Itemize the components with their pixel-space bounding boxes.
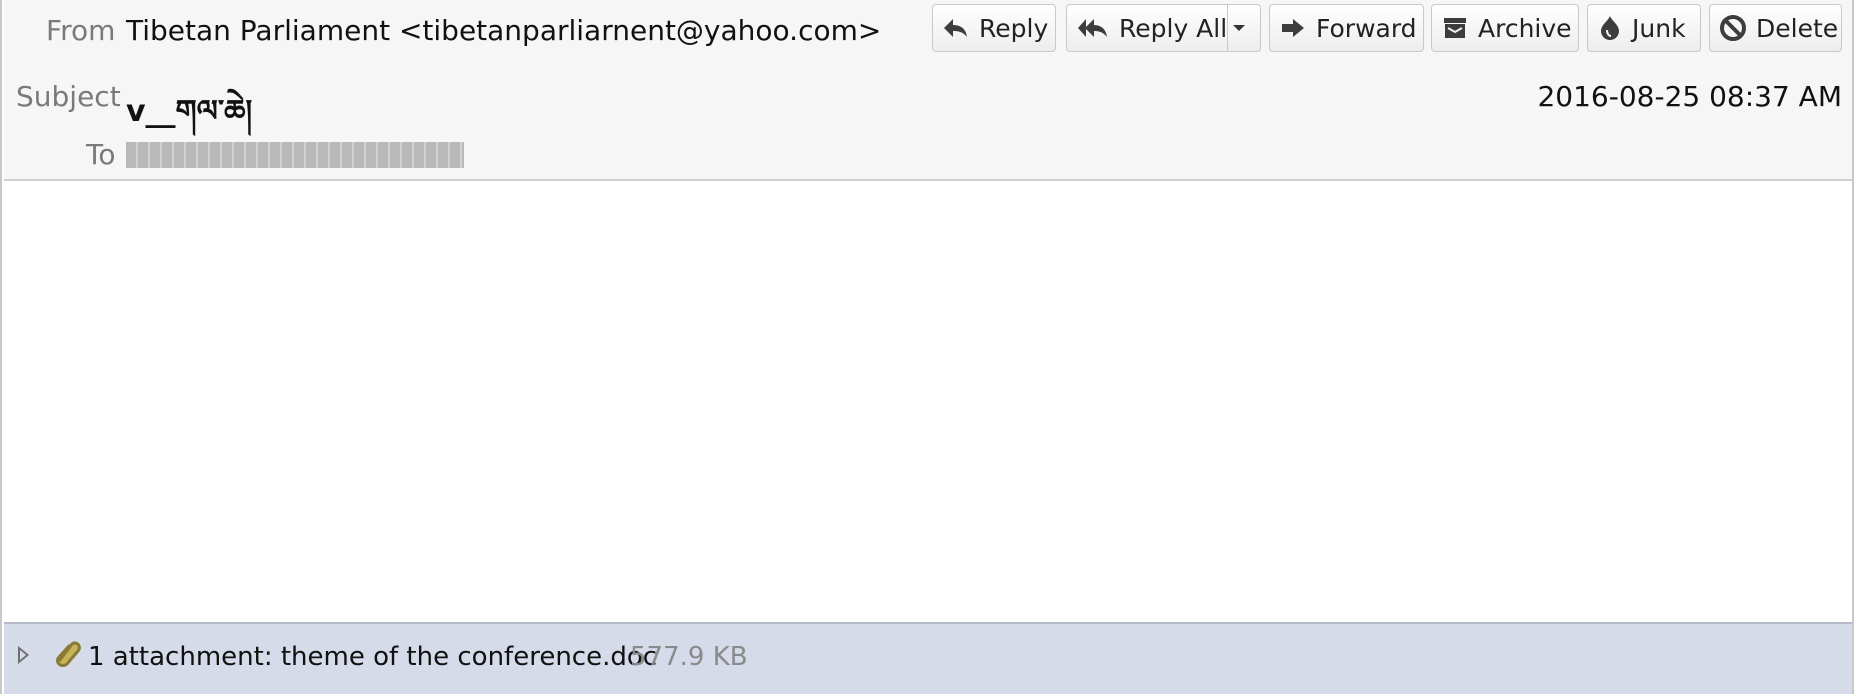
reply-icon [944, 19, 967, 37]
junk-label: Junk [1632, 13, 1686, 43]
reply-label: Reply [979, 13, 1049, 43]
attachment-summary[interactable]: 1 attachment: theme of the conference.do… [88, 642, 657, 672]
expand-triangle-icon[interactable] [18, 646, 29, 664]
paperclip-icon [56, 641, 81, 667]
forward-button[interactable]: Forward [1269, 4, 1424, 52]
reply-all-menu-button[interactable] [1227, 4, 1261, 52]
reply-button[interactable]: Reply [932, 4, 1056, 52]
delete-button[interactable]: Delete [1709, 4, 1842, 52]
message-header: From Tibetan Parliament <tibetanparliarn… [4, 0, 1852, 181]
delete-label: Delete [1756, 13, 1839, 43]
attachment-bar[interactable]: 1 attachment: theme of the conference.do… [4, 622, 1852, 694]
recipient-redacted [126, 142, 464, 168]
junk-icon [1601, 16, 1619, 40]
forward-label: Forward [1316, 13, 1417, 43]
sender-address[interactable]: Tibetan Parliament <tibetanparliarnent@y… [126, 14, 881, 47]
message-body[interactable] [4, 181, 1852, 622]
attachment-size: 577.9 KB [630, 642, 748, 672]
chevron-down-icon [1233, 25, 1245, 31]
message-date: 2016-08-25 08:37 AM [1537, 80, 1842, 113]
email-viewer: From Tibetan Parliament <tibetanparliarn… [0, 0, 1854, 694]
reply-all-button[interactable]: Reply All [1066, 4, 1228, 52]
reply-all-icon [1078, 19, 1107, 37]
to-label: To [86, 138, 116, 171]
archive-button[interactable]: Archive [1431, 4, 1579, 52]
from-label: From [46, 14, 116, 47]
delete-icon [1720, 15, 1746, 41]
subject-label: Subject [16, 80, 121, 113]
junk-button[interactable]: Junk [1587, 4, 1701, 52]
archive-icon [1444, 18, 1466, 38]
forward-icon [1282, 19, 1304, 37]
archive-label: Archive [1478, 13, 1572, 43]
reply-all-label: Reply All [1119, 13, 1228, 43]
